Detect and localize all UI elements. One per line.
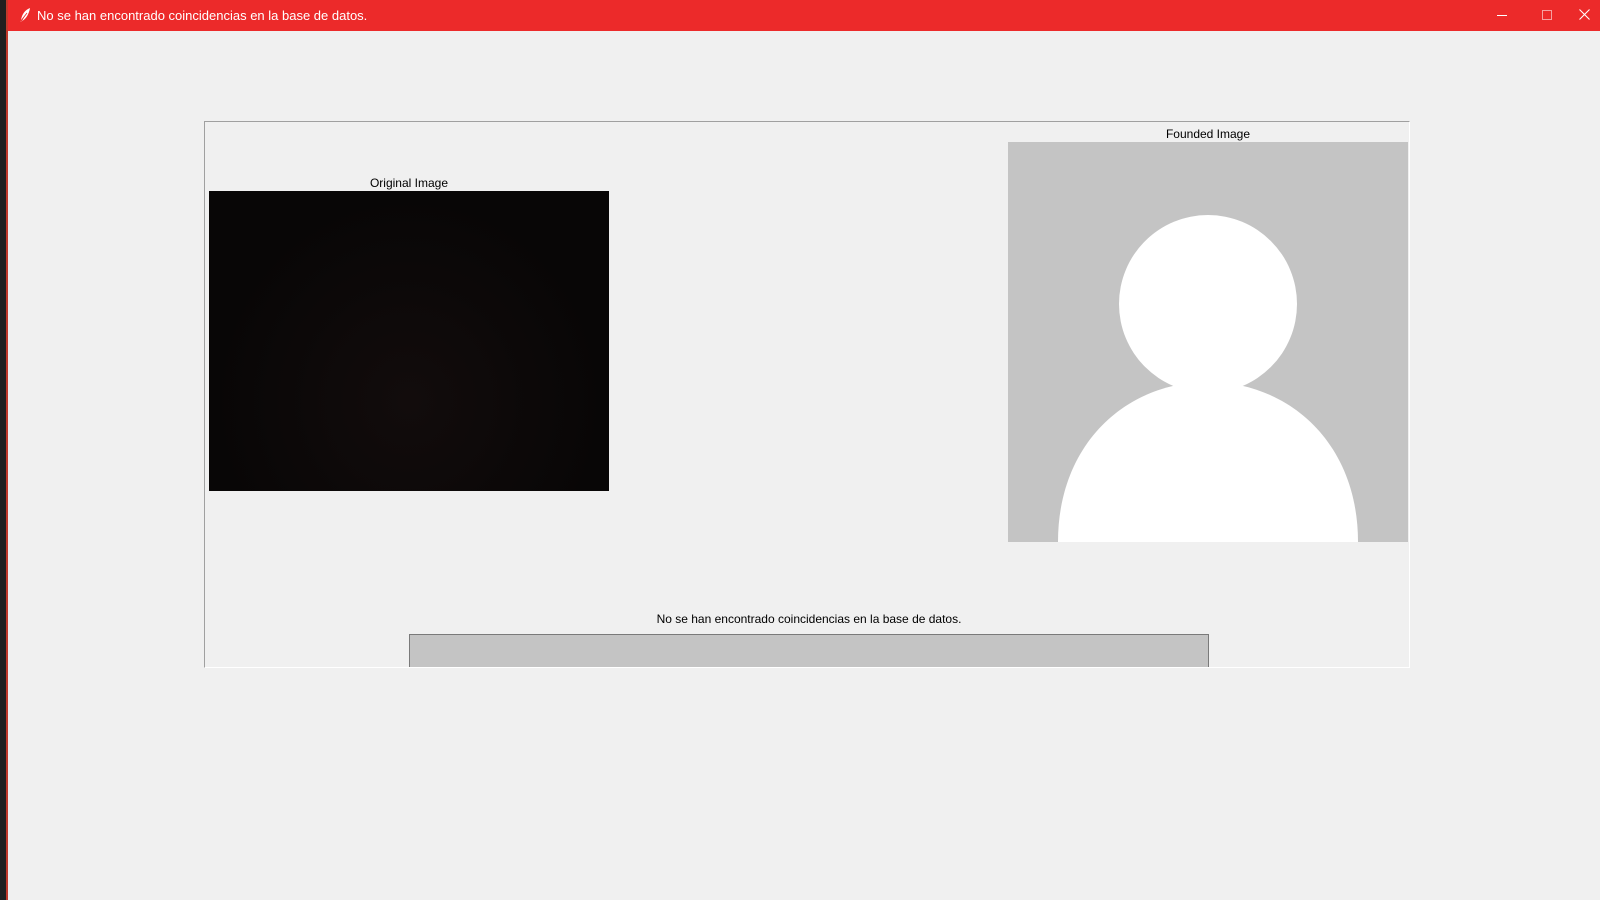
- feather-icon: [16, 6, 34, 24]
- background-window-edge: [0, 0, 8, 900]
- status-message: No se han encontrado coincidencias en la…: [656, 612, 962, 626]
- close-button[interactable]: [1569, 0, 1600, 31]
- window-title: No se han encontrado coincidencias en la…: [37, 8, 368, 23]
- maximize-button[interactable]: [1524, 0, 1570, 31]
- original-image: [209, 191, 609, 491]
- progress-bar: [409, 634, 1209, 667]
- minimize-button[interactable]: [1479, 0, 1525, 31]
- found-image-label: Founded Image: [1165, 127, 1251, 141]
- app-window: No se han encontrado coincidencias en la…: [8, 0, 1600, 900]
- title-bar[interactable]: No se han encontrado coincidencias en la…: [8, 0, 1600, 31]
- found-image: [1008, 142, 1408, 542]
- person-placeholder-icon: [1008, 142, 1408, 542]
- main-panel: Original Image Founded Image No se han e…: [204, 121, 1410, 668]
- maximize-icon: [1542, 7, 1552, 25]
- original-image-label: Original Image: [369, 176, 449, 190]
- close-icon: [1579, 7, 1590, 25]
- minimize-icon: [1497, 7, 1507, 25]
